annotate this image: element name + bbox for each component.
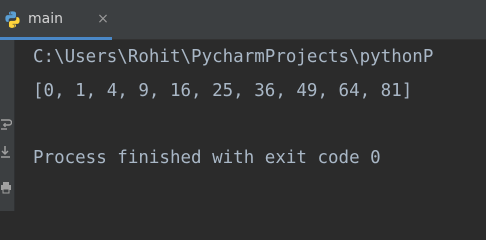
- scroll-to-end-icon[interactable]: [0, 144, 12, 160]
- print-icon[interactable]: [0, 180, 12, 196]
- console-toolbar: [0, 40, 15, 211]
- interpreter-path-line: C:\Users\Rohit\PycharmProjects\pythonP: [33, 47, 434, 67]
- python-icon: [5, 11, 20, 28]
- console-output[interactable]: C:\Users\Rohit\PycharmProjects\pythonP […: [15, 40, 486, 211]
- tab-close-icon[interactable]: ×: [95, 11, 111, 27]
- run-tab-bar: main ×: [0, 0, 486, 40]
- tab-main[interactable]: main ×: [0, 0, 112, 40]
- program-output-line: [0, 1, 4, 9, 16, 25, 36, 49, 64, 81]: [33, 81, 413, 101]
- soft-wrap-icon[interactable]: [0, 117, 12, 133]
- run-console-window: main × C:\Users\Rohit\PycharmProjects\py…: [0, 0, 486, 211]
- tab-label: main: [28, 11, 63, 27]
- process-exit-line: Process finished with exit code 0: [33, 148, 381, 168]
